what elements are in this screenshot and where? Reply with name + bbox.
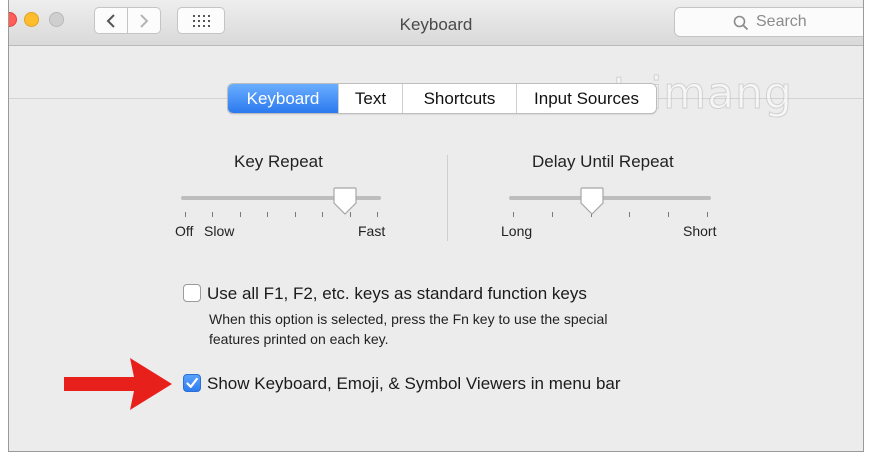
slider-tick <box>322 212 324 217</box>
tab-input-sources[interactable]: Input Sources <box>516 84 656 113</box>
slider-tick <box>294 212 296 217</box>
red-arrow-icon <box>64 358 172 410</box>
slider-tick <box>185 212 186 217</box>
slider-tick <box>668 212 670 217</box>
show-viewers-checkbox[interactable] <box>183 374 201 392</box>
slider-tick <box>212 212 214 217</box>
search-icon <box>733 15 749 31</box>
slider-tick <box>551 212 553 217</box>
delay-until-repeat-title: Delay Until Repeat <box>532 152 674 171</box>
fn-keys-checkbox[interactable] <box>183 284 201 302</box>
search-field[interactable]: Search <box>674 7 863 37</box>
delay-until-repeat-slider-track[interactable] <box>509 196 711 200</box>
key-repeat-slider-knob[interactable] <box>332 186 358 216</box>
tab-text[interactable]: Text <box>338 84 402 113</box>
key-repeat-off-label: Off <box>175 223 194 239</box>
tab-keyboard[interactable]: Keyboard <box>228 84 338 113</box>
slider-tick <box>377 212 378 217</box>
delay-long-label: Long <box>501 223 533 239</box>
tab-bar: Keyboard Text Shortcuts Input Sources <box>227 83 657 114</box>
fn-keys-label[interactable]: Use all F1, F2, etc. keys as standard fu… <box>207 284 587 304</box>
search-placeholder: Search <box>756 13 807 30</box>
slider-tick <box>629 212 631 217</box>
checkmark-icon <box>186 377 198 388</box>
preferences-window: Keyboard Search uantrimang Keyboard Text… <box>8 0 864 452</box>
title-bar: Keyboard Search <box>9 0 863 46</box>
key-repeat-slow-label: Slow <box>204 223 235 239</box>
slider-tick <box>513 212 514 217</box>
delay-until-repeat-slider-knob[interactable] <box>579 186 605 216</box>
slider-tick <box>239 212 241 217</box>
slider-tick <box>707 212 708 217</box>
fn-keys-note: When this option is selected, press the … <box>209 309 729 349</box>
section-divider <box>447 155 448 241</box>
slider-tick <box>267 212 269 217</box>
key-repeat-fast-label: Fast <box>358 223 386 239</box>
fn-keys-note-line-1: When this option is selected, press the … <box>209 311 608 327</box>
fn-keys-note-line-2: features printed on each key. <box>209 331 389 347</box>
delay-short-label: Short <box>683 223 717 239</box>
key-repeat-title: Key Repeat <box>234 152 323 171</box>
show-viewers-label[interactable]: Show Keyboard, Emoji, & Symbol Viewers i… <box>207 374 621 394</box>
tab-shortcuts[interactable]: Shortcuts <box>402 84 516 113</box>
